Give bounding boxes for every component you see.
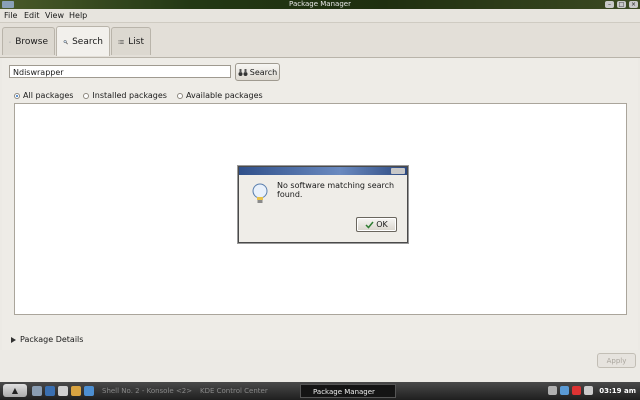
clipboard-icon[interactable] [548, 386, 557, 395]
menu-file[interactable]: File [4, 11, 17, 20]
lightbulb-icon [252, 183, 268, 203]
home-icon [9, 40, 11, 43]
binoculars-icon [238, 68, 248, 76]
dialog-title-bar[interactable] [239, 167, 407, 175]
search-input[interactable]: Ndiswrapper [9, 65, 231, 78]
update-notifier-icon[interactable] [572, 386, 581, 395]
search-button[interactable]: Search [235, 63, 280, 81]
package-details-label: Package Details [20, 335, 84, 344]
system-tray [548, 386, 593, 395]
desktop-icon[interactable] [32, 386, 42, 396]
triangle-right-icon [11, 336, 16, 343]
kmenu-button[interactable]: ▲ [3, 384, 27, 397]
task-konsole[interactable]: Shell No. 2 - Konsole <2> [102, 387, 192, 395]
tab-list[interactable]: List [111, 27, 151, 55]
radio-icon [176, 92, 183, 99]
apply-label: Apply [606, 356, 627, 365]
apply-button[interactable]: Apply [597, 353, 636, 368]
minimize-icon[interactable]: – [605, 1, 614, 8]
network-icon[interactable] [560, 386, 569, 395]
terminal-icon[interactable] [58, 386, 68, 396]
package-filter: All packages Installed packages Availabl… [14, 91, 273, 100]
window-title: Package Manager [289, 0, 351, 8]
window-menu-icon[interactable] [2, 1, 14, 8]
maximize-icon[interactable]: □ [617, 1, 626, 8]
tab-browse[interactable]: Browse [2, 27, 55, 55]
browser-icon[interactable] [84, 386, 94, 396]
menu-bar: File Edit View Help [0, 9, 640, 23]
tab-search-label: Search [72, 36, 103, 47]
menu-help[interactable]: Help [69, 11, 87, 20]
task-package-manager[interactable]: Package Manager [300, 384, 396, 398]
tab-list-label: List [128, 36, 144, 47]
task-kde-control-center[interactable]: KDE Control Center [200, 387, 268, 395]
tab-search[interactable]: Search [56, 26, 110, 56]
volume-icon[interactable] [584, 386, 593, 395]
monitor-icon[interactable] [45, 386, 55, 396]
window-title-bar[interactable]: Package Manager – □ × [0, 0, 640, 9]
filter-installed-packages[interactable]: Installed packages [83, 91, 167, 100]
clock[interactable]: 03:19 am [599, 387, 636, 395]
magnifier-icon [63, 39, 68, 44]
search-button-label: Search [249, 67, 278, 77]
filter-available-label: Available packages [185, 91, 263, 100]
filter-installed-label: Installed packages [92, 91, 167, 100]
quick-launch [32, 386, 94, 396]
menu-edit[interactable]: Edit [24, 11, 40, 20]
check-icon [365, 221, 374, 229]
window-controls: – □ × [605, 1, 638, 8]
dialog-close-icon[interactable] [391, 168, 405, 174]
package-details-expander[interactable]: Package Details [11, 335, 83, 344]
dialog-message: No software matching search found. [277, 181, 395, 199]
menu-view[interactable]: View [45, 11, 64, 20]
folder-icon[interactable] [71, 386, 81, 396]
close-icon[interactable]: × [629, 1, 638, 8]
no-results-dialog: No software matching search found. OK [238, 166, 408, 243]
filter-all-packages[interactable]: All packages [14, 91, 73, 100]
list-icon [118, 39, 124, 44]
filter-available-packages[interactable]: Available packages [176, 91, 263, 100]
taskbar: ▲ Shell No. 2 - Konsole <2> KDE Control … [0, 382, 640, 400]
ok-button[interactable]: OK [356, 217, 397, 232]
radio-icon [83, 92, 90, 99]
filter-all-label: All packages [23, 91, 74, 100]
tab-browse-label: Browse [15, 36, 48, 47]
radio-selected-icon [14, 92, 20, 99]
ok-label: OK [376, 220, 388, 229]
tab-bar: Browse Search List [0, 23, 640, 58]
